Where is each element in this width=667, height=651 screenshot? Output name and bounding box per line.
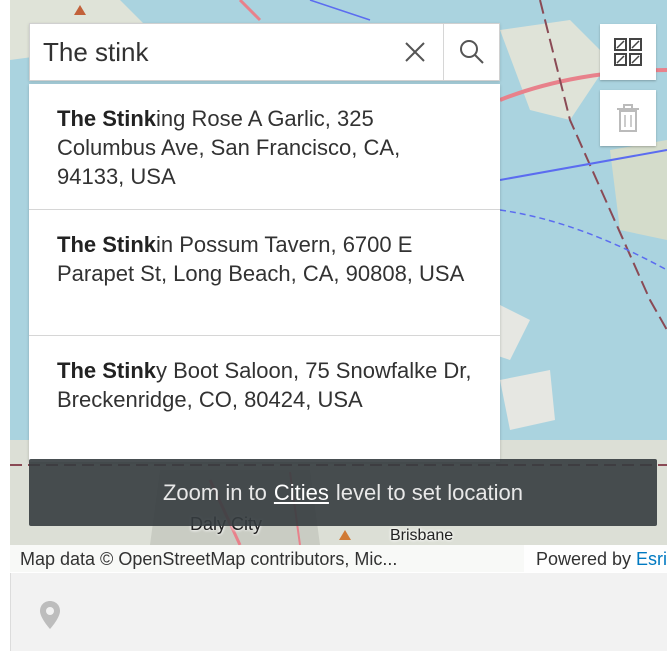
select-area-button[interactable] — [600, 24, 656, 80]
suggestion-item[interactable]: The Stinking Rose A Garlic, 325 Columbus… — [29, 84, 500, 210]
suggestion-match: The Stink — [57, 106, 157, 131]
location-footer — [10, 573, 667, 651]
map-label-brisbane: Brisbane — [390, 527, 454, 544]
search-icon — [459, 40, 484, 64]
trash-icon — [617, 104, 639, 132]
powered-by: Powered by Esri — [523, 545, 667, 573]
clear-search-button[interactable] — [387, 24, 443, 80]
search-bar — [29, 23, 500, 81]
select-area-icon — [614, 38, 642, 66]
search-input[interactable] — [30, 24, 387, 80]
cities-link[interactable]: Cities — [274, 480, 329, 506]
powered-by-label: Powered by — [535, 548, 631, 569]
search-button[interactable] — [443, 24, 499, 80]
close-icon — [405, 42, 425, 62]
zoom-notice-text-before: Zoom in to — [162, 479, 267, 505]
suggestion-match: The Stink — [57, 358, 157, 383]
suggestion-item[interactable]: The Stinkin Possum Tavern, 6700 E Parape… — [29, 210, 500, 336]
esri-link[interactable]: Esri — [636, 549, 667, 570]
delete-button[interactable] — [600, 90, 656, 146]
suggestion-match: The Stink — [57, 232, 157, 257]
zoom-notice-text-after: level to set location — [335, 479, 524, 505]
suggestion-item[interactable]: The Stinky Boot Saloon, 75 Snowfalke Dr,… — [29, 336, 500, 462]
zoom-notice: Zoom in to Cities level to set location — [29, 459, 657, 526]
suggestion-list: The Stinking Rose A Garlic, 325 Columbus… — [29, 84, 500, 462]
map-attribution: Map data © OpenStreetMap contributors, M… — [10, 545, 667, 573]
location-pin-icon — [40, 601, 60, 629]
attribution-text: Map data © OpenStreetMap contributors, M… — [20, 548, 398, 569]
